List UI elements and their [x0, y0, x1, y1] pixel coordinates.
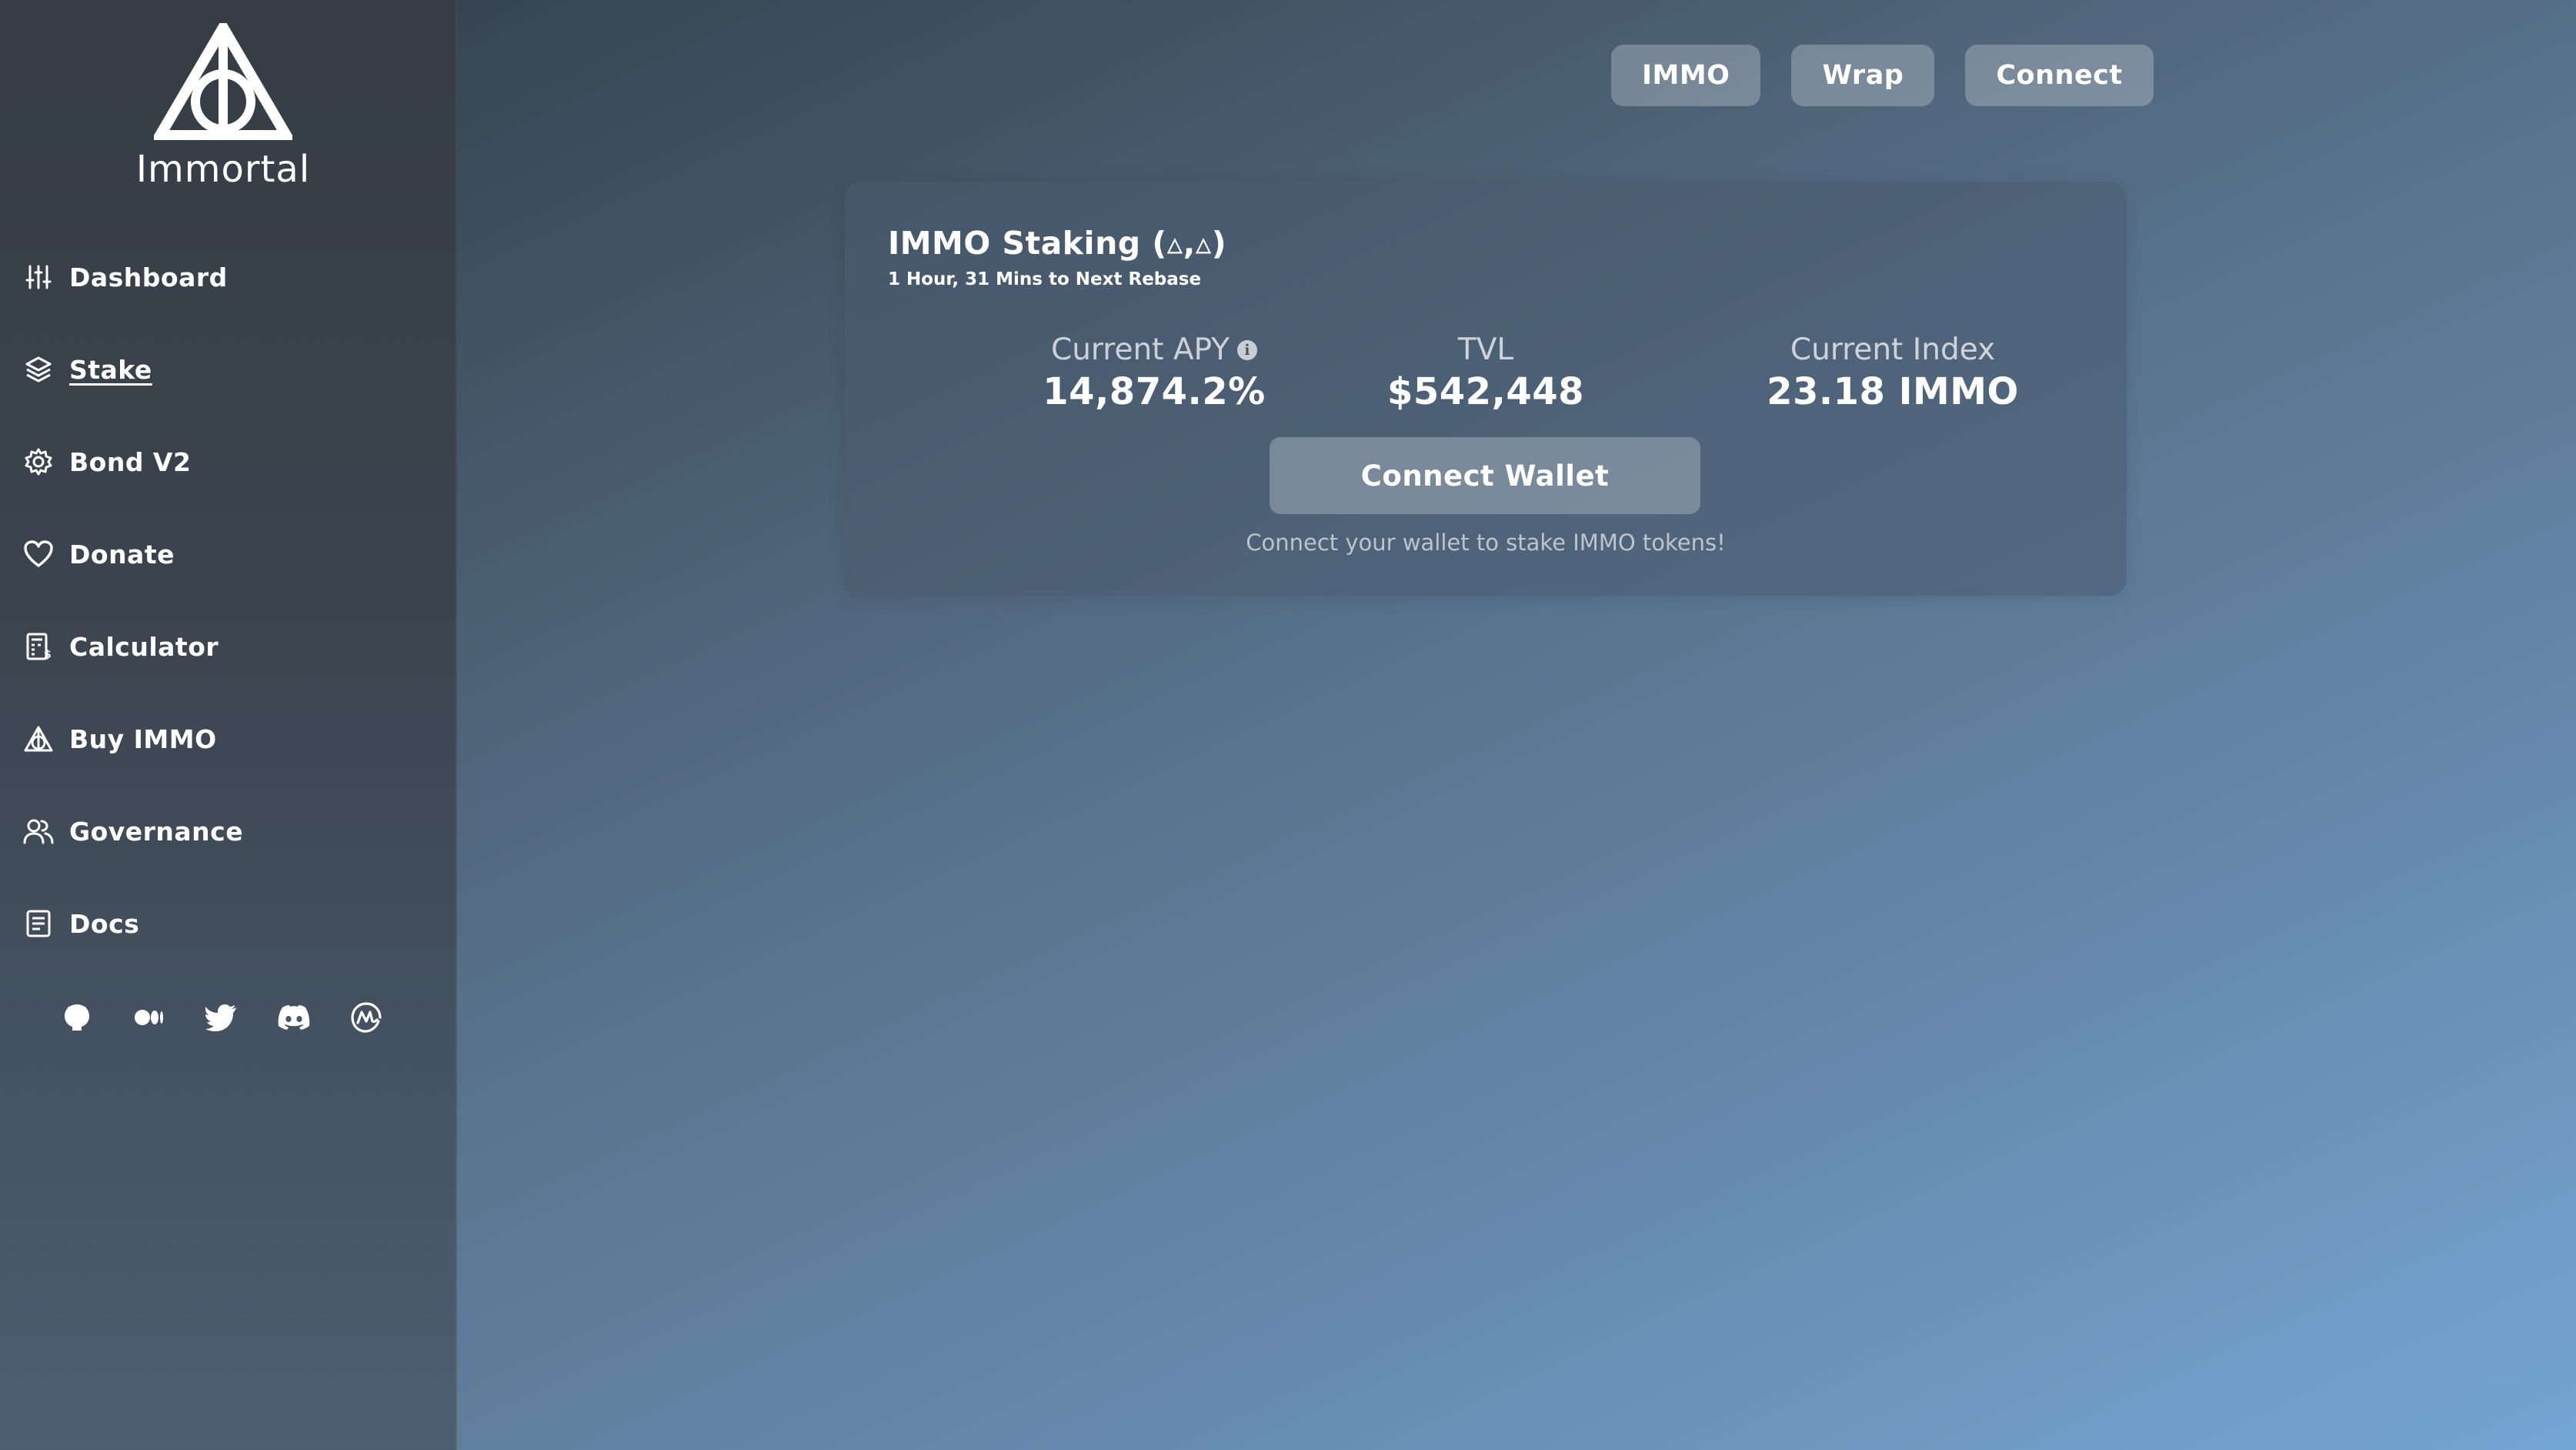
sidebar-item-dashboard[interactable]: Dashboard [22, 254, 437, 300]
sidebar-item-stake[interactable]: Stake [22, 346, 437, 393]
tvl-label: TVL [1457, 332, 1514, 367]
top-bar: IMMO Wrap Connect [1611, 45, 2184, 106]
index-label: Current Index [1790, 332, 1996, 367]
sidebar-item-calculator[interactable]: $ Calculator [22, 623, 437, 670]
rebase-timer: 1 Hour, 31 Mins to Next Rebase [888, 269, 1202, 289]
immo-button[interactable]: IMMO [1611, 45, 1761, 106]
connect-wallet-button[interactable]: Connect Wallet [1270, 437, 1700, 514]
sidebar-item-label: Stake [69, 354, 152, 385]
connect-button[interactable]: Connect [1965, 45, 2154, 106]
users-icon [22, 814, 55, 848]
sidebar-item-donate[interactable]: Donate [22, 531, 437, 577]
twitter-icon[interactable] [203, 999, 240, 1036]
card-title: IMMO Staking (▵,▵) [888, 225, 1227, 262]
sidebar: Immortal Dashboard Stake Bond V2 Donate … [0, 0, 457, 1450]
index-metric: Current Index 23.18 IMMO [1693, 332, 2093, 413]
deathly-hallows-icon [154, 23, 292, 140]
sidebar-item-label: Governance [69, 816, 244, 847]
tvl-metric: TVL $542,448 [1286, 332, 1686, 413]
sidebar-item-governance[interactable]: Governance [22, 808, 437, 854]
brand-name: Immortal [135, 148, 311, 191]
apy-label: Current APY [1050, 332, 1230, 367]
info-icon[interactable]: i [1237, 339, 1258, 360]
github-icon[interactable] [58, 999, 95, 1036]
medium-icon[interactable] [131, 999, 168, 1036]
sidebar-nav: Dashboard Stake Bond V2 Donate $ Calcula… [22, 254, 437, 993]
heart-icon [22, 537, 55, 571]
wrap-button[interactable]: Wrap [1791, 45, 1935, 106]
sidebar-item-label: Docs [69, 908, 140, 939]
svg-text:$: $ [44, 649, 52, 661]
sidebar-item-label: Dashboard [69, 262, 228, 292]
hallows-icon [22, 722, 55, 756]
connect-hint: Connect your wallet to stake IMMO tokens… [1246, 530, 1726, 556]
sidebar-item-label: Buy IMMO [69, 723, 217, 754]
brand[interactable]: Immortal [0, 23, 446, 191]
coinmarketcap-icon[interactable] [348, 999, 385, 1036]
sidebar-item-label: Bond V2 [69, 446, 192, 477]
staking-card: IMMO Staking (▵,▵) 1 Hour, 31 Mins to Ne… [845, 182, 2127, 596]
tvl-value: $542,448 [1386, 370, 1585, 413]
discord-icon[interactable] [275, 999, 312, 1036]
sidebar-item-buy-immo[interactable]: Buy IMMO [22, 716, 437, 762]
sidebar-item-label: Donate [69, 539, 175, 570]
document-icon [22, 907, 55, 940]
sliders-icon [22, 260, 55, 294]
sidebar-item-label: Calculator [69, 631, 219, 662]
sidebar-item-bond-v2[interactable]: Bond V2 [22, 439, 437, 485]
gear-icon [22, 445, 55, 479]
calculator-icon: $ [22, 630, 55, 663]
layers-icon [22, 352, 55, 386]
index-value: 23.18 IMMO [1767, 370, 2019, 413]
sidebar-item-docs[interactable]: Docs [22, 900, 437, 947]
social-links [58, 999, 420, 1036]
